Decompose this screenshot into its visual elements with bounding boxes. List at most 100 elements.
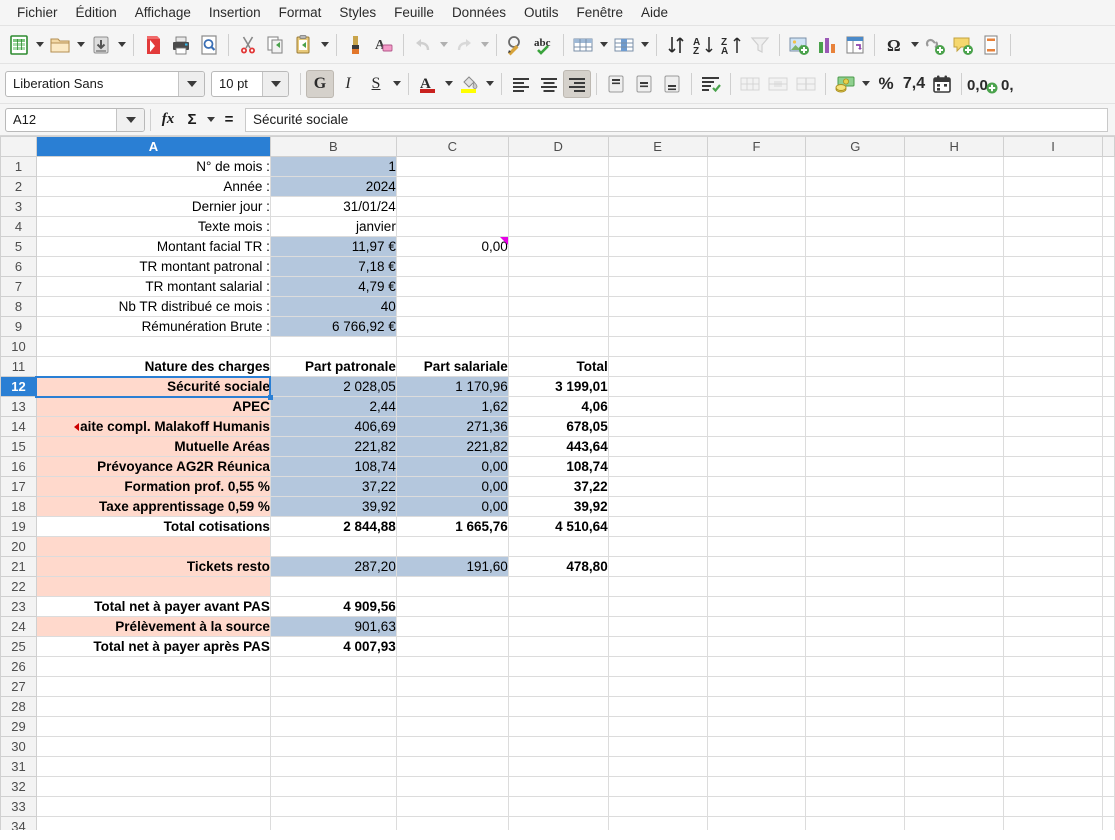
cell-B31[interactable] (270, 757, 396, 777)
cell-G8[interactable] (806, 297, 905, 317)
cell-C2[interactable] (396, 177, 508, 197)
number-format-icon[interactable]: 7,4 (900, 70, 928, 98)
comment-icon[interactable] (949, 31, 977, 59)
cell-x23[interactable] (1102, 597, 1114, 617)
cell-x33[interactable] (1102, 797, 1114, 817)
cell-H10[interactable] (905, 337, 1004, 357)
cell-x22[interactable] (1102, 577, 1114, 597)
cell-F34[interactable] (707, 817, 806, 831)
cell-G30[interactable] (806, 737, 905, 757)
cell-G25[interactable] (806, 637, 905, 657)
cell-I19[interactable] (1004, 517, 1103, 537)
cell-I4[interactable] (1004, 217, 1103, 237)
cell-E17[interactable] (608, 477, 707, 497)
cell-F18[interactable] (707, 497, 806, 517)
cell-C14[interactable]: 271,36 (396, 417, 508, 437)
cut-icon[interactable] (234, 31, 262, 59)
cell-D8[interactable] (508, 297, 608, 317)
cell-A15[interactable]: Mutuelle Aréas (36, 437, 270, 457)
cell-F20[interactable] (707, 537, 806, 557)
row-header-17[interactable]: 17 (1, 477, 37, 497)
cell-B32[interactable] (270, 777, 396, 797)
cell-C28[interactable] (396, 697, 508, 717)
comment-marker-icon[interactable] (500, 237, 508, 245)
special-character-dropdown[interactable] (908, 32, 921, 58)
cell-B19[interactable]: 2 844,88 (270, 517, 396, 537)
cell-x29[interactable] (1102, 717, 1114, 737)
font-size-dropdown-arrow[interactable] (262, 72, 288, 96)
cell-I11[interactable] (1004, 357, 1103, 377)
cell-E14[interactable] (608, 417, 707, 437)
cell-H28[interactable] (905, 697, 1004, 717)
cell-I31[interactable] (1004, 757, 1103, 777)
cell-D26[interactable] (508, 657, 608, 677)
cell-x3[interactable] (1102, 197, 1114, 217)
cell-F8[interactable] (707, 297, 806, 317)
cell-D6[interactable] (508, 257, 608, 277)
cell-A29[interactable] (36, 717, 270, 737)
cell-C31[interactable] (396, 757, 508, 777)
cell-x15[interactable] (1102, 437, 1114, 457)
font-color-icon[interactable]: A (414, 70, 442, 98)
cell-E12[interactable] (608, 377, 707, 397)
currency-format-dropdown[interactable] (859, 71, 872, 97)
cell-D27[interactable] (508, 677, 608, 697)
cell-I5[interactable] (1004, 237, 1103, 257)
cell-A10[interactable] (36, 337, 270, 357)
cell-C32[interactable] (396, 777, 508, 797)
headers-footers-icon[interactable] (977, 31, 1005, 59)
cell-C25[interactable] (396, 637, 508, 657)
cell-E9[interactable] (608, 317, 707, 337)
cell-D22[interactable] (508, 577, 608, 597)
cell-I17[interactable] (1004, 477, 1103, 497)
menu-feuille[interactable]: Feuille (385, 2, 443, 23)
cell-F32[interactable] (707, 777, 806, 797)
name-box[interactable]: A12 (5, 108, 145, 132)
row-header-24[interactable]: 24 (1, 617, 37, 637)
cell-E1[interactable] (608, 157, 707, 177)
cell-x13[interactable] (1102, 397, 1114, 417)
cell-B5[interactable]: 11,97 € (270, 237, 396, 257)
undo-dropdown[interactable] (437, 32, 450, 58)
cell-I14[interactable] (1004, 417, 1103, 437)
menu-insertion[interactable]: Insertion (200, 2, 270, 23)
cell-F2[interactable] (707, 177, 806, 197)
row-header-11[interactable]: 11 (1, 357, 37, 377)
cell-B21[interactable]: 287,20 (270, 557, 396, 577)
cell-E18[interactable] (608, 497, 707, 517)
menu-donnees[interactable]: Données (443, 2, 515, 23)
cell-F30[interactable] (707, 737, 806, 757)
cell-E22[interactable] (608, 577, 707, 597)
cell-x1[interactable] (1102, 157, 1114, 177)
sort-ascending-icon[interactable]: A Z (690, 31, 718, 59)
cell-G26[interactable] (806, 657, 905, 677)
cell-B25[interactable]: 4 007,93 (270, 637, 396, 657)
cell-I1[interactable] (1004, 157, 1103, 177)
cell-B1[interactable]: 1 (270, 157, 396, 177)
cell-A25[interactable]: Total net à payer après PAS (36, 637, 270, 657)
cell-G27[interactable] (806, 677, 905, 697)
cell-C22[interactable] (396, 577, 508, 597)
cell-G7[interactable] (806, 277, 905, 297)
cell-B11[interactable]: Part patronale (270, 357, 396, 377)
cell-D4[interactable] (508, 217, 608, 237)
cell-E23[interactable] (608, 597, 707, 617)
column-header-b[interactable]: B (270, 137, 396, 157)
row-header-33[interactable]: 33 (1, 797, 37, 817)
row-header-9[interactable]: 9 (1, 317, 37, 337)
cell-x9[interactable] (1102, 317, 1114, 337)
cell-B23[interactable]: 4 909,56 (270, 597, 396, 617)
cell-B34[interactable] (270, 817, 396, 831)
special-character-icon[interactable]: Ω (880, 31, 908, 59)
cell-H32[interactable] (905, 777, 1004, 797)
spreadsheet-grid[interactable]: ABCDEFGHI 1N° de mois :12Année :20243Der… (0, 136, 1115, 830)
cell-F13[interactable] (707, 397, 806, 417)
cell-B7[interactable]: 4,79 € (270, 277, 396, 297)
cell-G34[interactable] (806, 817, 905, 831)
paste-icon[interactable] (290, 31, 318, 59)
cell-A26[interactable] (36, 657, 270, 677)
cell-C15[interactable]: 221,82 (396, 437, 508, 457)
row-header-16[interactable]: 16 (1, 457, 37, 477)
cell-x28[interactable] (1102, 697, 1114, 717)
column-header-g[interactable]: G (806, 137, 905, 157)
